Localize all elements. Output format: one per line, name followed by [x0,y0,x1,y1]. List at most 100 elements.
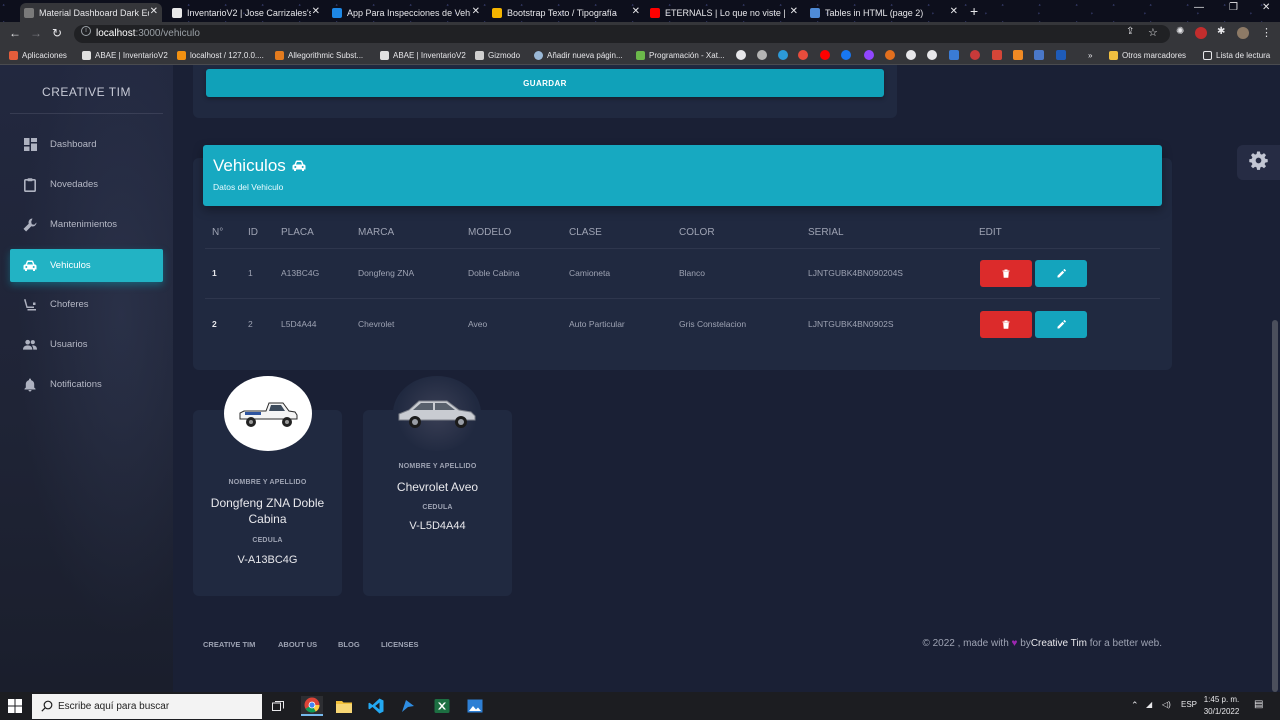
dashboard-icon [23,138,37,152]
bookmark-abae-2[interactable]: ABAE | InventarioV2 [380,49,466,62]
bookmark-apps[interactable]: Aplicaciones [9,49,67,62]
file-explorer-icon[interactable] [333,696,355,716]
scrollbar[interactable] [1272,320,1278,692]
chevron-up-icon[interactable]: ⌃ [1131,700,1139,711]
info-icon[interactable]: i [81,26,91,36]
notification-center-icon[interactable]: ▤ [1254,699,1263,710]
bookmark-icon[interactable] [949,50,959,60]
id-value: V-L5D4A44 [409,520,466,532]
edit-button[interactable] [1035,311,1087,338]
close-icon[interactable]: ✕ [312,6,320,17]
extension-icon[interactable] [1195,27,1207,39]
sidebar-item-dashboard[interactable]: Dashboard [10,128,163,161]
delete-button[interactable] [980,311,1032,338]
bookmark-abae-1[interactable]: ABAE | InventarioV2 [82,49,168,62]
forward-icon[interactable]: → [30,26,42,40]
brand-logo[interactable]: CREATIVE TIM [0,85,173,99]
chrome-taskbar-icon[interactable] [301,696,323,716]
sidebar-item-label: Dashboard [50,139,97,150]
delete-button[interactable] [980,260,1032,287]
star-icon[interactable]: ☆ [1148,26,1158,39]
bookmarks-overflow-button[interactable]: » [1088,49,1092,62]
address-bar[interactable]: localhost:3000/vehiculo [74,25,1170,43]
cell-color: Blanco [679,268,705,278]
photos-icon[interactable] [464,696,486,716]
bookmark-favicon-icon [82,51,91,60]
chrome-icon[interactable] [757,50,767,60]
settings-button[interactable] [1237,145,1280,180]
reading-list[interactable]: Lista de lectura [1203,49,1270,62]
column-header-number: N° [212,227,224,238]
sidebar-item-novedades[interactable]: Novedades [10,168,163,201]
close-window-icon[interactable]: ✕ [1262,2,1270,13]
bookmark-icon[interactable] [798,50,808,60]
minimize-icon[interactable]: — [1194,2,1204,13]
reload-icon[interactable]: ↻ [52,26,62,40]
close-icon[interactable]: ✕ [790,6,798,17]
footer-link-blog[interactable]: BLOG [338,640,360,649]
share-icon[interactable]: ⇪ [1126,26,1134,37]
close-icon[interactable]: ✕ [150,6,158,17]
language-indicator[interactable]: ESP [1181,700,1197,709]
network-icon[interactable]: ◢ [1146,700,1152,709]
taskbar-search-input[interactable]: Escribe aquí para buscar [32,694,262,719]
bookmark-icon[interactable] [1013,50,1023,60]
system-clock[interactable]: 1:45 p. m. 30/1/2022 [1199,694,1244,718]
tab-tables-html[interactable]: Tables in HTML (page 2) ✕ [806,3,962,22]
excel-icon[interactable] [431,696,453,716]
puzzle-icon[interactable]: ✱ [1217,26,1225,37]
behance-icon[interactable] [1056,50,1066,60]
gmail-icon[interactable] [992,50,1002,60]
youtube-icon[interactable] [820,50,830,60]
bookmark-other[interactable]: Otros marcadores [1109,49,1186,62]
arrow-app-icon[interactable] [397,696,419,716]
clipboard-icon [23,177,37,192]
tab-bootstrap[interactable]: Bootstrap Texto / Tipografía ✕ [488,3,644,22]
restore-icon[interactable]: ❐ [1229,2,1238,13]
back-icon[interactable]: ← [9,26,21,40]
avatar[interactable] [1237,27,1249,39]
github-icon[interactable] [736,50,746,60]
tab-material-dashboard[interactable]: Material Dashboard Dark Edition ✕ [20,3,162,22]
bookmark-label: localhost / 127.0.0.... [190,51,264,60]
bookmark-localhost[interactable]: localhost / 127.0.0.... [177,49,264,62]
bookmark-icon[interactable] [970,50,980,60]
cell-marca: Dongfeng ZNA [358,268,415,278]
tab-inventario[interactable]: InventarioV2 | Jose Carrizales's W ✕ [168,3,324,22]
edit-button[interactable] [1035,260,1087,287]
sidebar-item-mantenimientos[interactable]: Mantenimientos [10,208,163,241]
bookmark-gizmodo[interactable]: Gizmodo [475,49,520,62]
overflow-icon: » [1088,51,1093,60]
creative-tim-link[interactable]: Creative Tim [1031,638,1087,649]
sidebar-item-vehiculos[interactable]: Vehiculos [10,249,163,282]
bookmark-icon[interactable] [885,50,895,60]
tab-inspecciones[interactable]: App Para Inspecciones de Vehícu ✕ [328,3,484,22]
footer-link-licenses[interactable]: LICENSES [381,640,419,649]
menu-icon[interactable]: ⋮ [1261,26,1272,39]
bookmark-allegorithmic[interactable]: Allegorithmic Subst... [275,49,363,62]
close-icon[interactable]: ✕ [950,6,958,17]
sidebar-item-usuarios[interactable]: Usuarios [10,328,163,361]
bookmark-programacion[interactable]: Programación - Xat... [636,49,725,62]
extension-settings-icon[interactable]: ✺ [1176,26,1184,37]
bookmark-icon[interactable] [1034,50,1044,60]
task-view-icon[interactable] [267,696,289,716]
sidebar-item-notifications[interactable]: Notifications [10,368,163,401]
tab-eternals[interactable]: ETERNALS | Lo que no viste | Refe ✕ [646,3,802,22]
twitch-icon[interactable] [864,50,874,60]
close-icon[interactable]: ✕ [632,6,640,17]
sidebar-item-choferes[interactable]: Choferes [10,288,163,321]
github-icon[interactable] [906,50,916,60]
close-icon[interactable]: ✕ [472,6,480,17]
vscode-icon[interactable] [365,696,387,716]
telegram-icon[interactable] [778,50,788,60]
volume-icon[interactable]: ◁) [1162,700,1171,709]
windows-start-icon[interactable] [8,699,22,713]
footer-link-creative-tim[interactable]: CREATIVE TIM [203,640,255,649]
facebook-icon[interactable] [841,50,851,60]
save-button[interactable]: GUARDAR [206,69,884,97]
github-icon[interactable] [927,50,937,60]
bookmark-wordpress[interactable]: Añadir nueva págin... [534,49,623,62]
footer-link-about-us[interactable]: ABOUT US [278,640,317,649]
new-tab-button[interactable]: + [970,3,978,19]
